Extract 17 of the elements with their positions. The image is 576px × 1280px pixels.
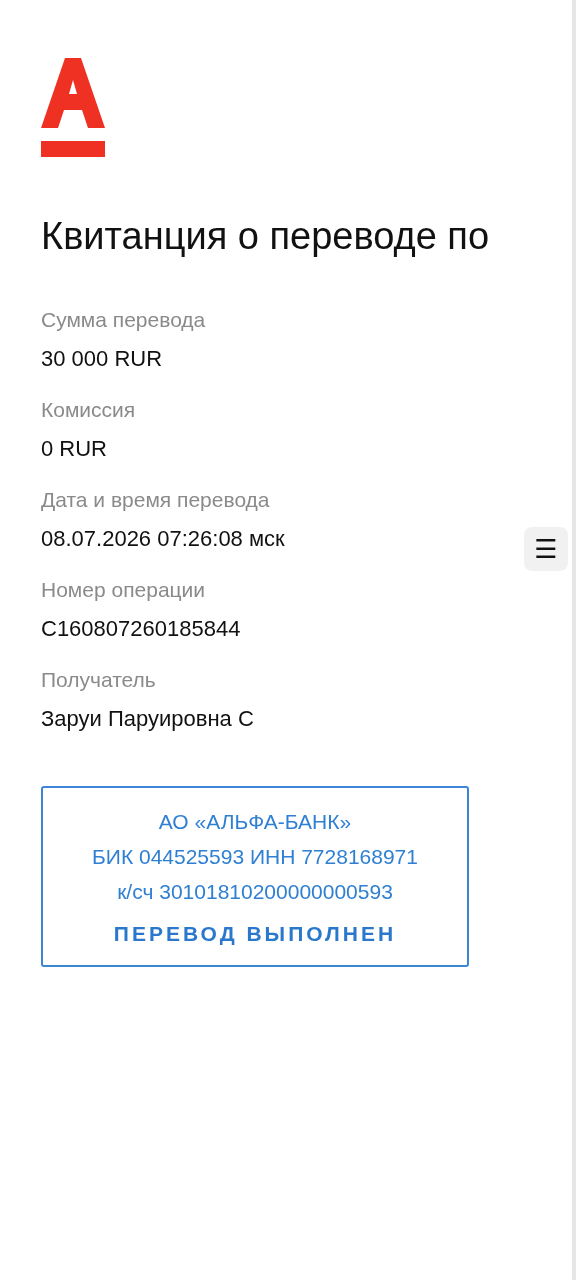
- field-value: 0 RUR: [41, 434, 107, 463]
- field-value: 30 000 RUR: [41, 344, 163, 373]
- field-label: Сумма перевода: [41, 306, 206, 333]
- field-label: Получатель: [41, 666, 156, 693]
- logo-icon: [41, 58, 105, 158]
- menu-button[interactable]: ☰: [524, 527, 568, 571]
- stamp-status: ПЕРЕВОД ВЫПОЛНЕН: [113, 920, 397, 947]
- field-label: Дата и время перевода: [41, 486, 270, 513]
- field-label: Комиссия: [41, 396, 136, 423]
- field-value: Заруи Паруировна С: [41, 704, 254, 733]
- field-label: Номер операции: [41, 576, 206, 603]
- stamp-text: БИК 044525593 ИНН 7728168971: [92, 843, 418, 870]
- field-value: C160807260185844: [41, 614, 241, 643]
- receipt-title: Квитанция о переводе по: [41, 214, 491, 259]
- stamp-text: к/сч 30101810200000000593: [117, 878, 393, 905]
- field-value: 08.07.2026 07:26:08 мск: [41, 524, 285, 553]
- stamp-text: АО «АЛЬФА-БАНК»: [158, 808, 352, 835]
